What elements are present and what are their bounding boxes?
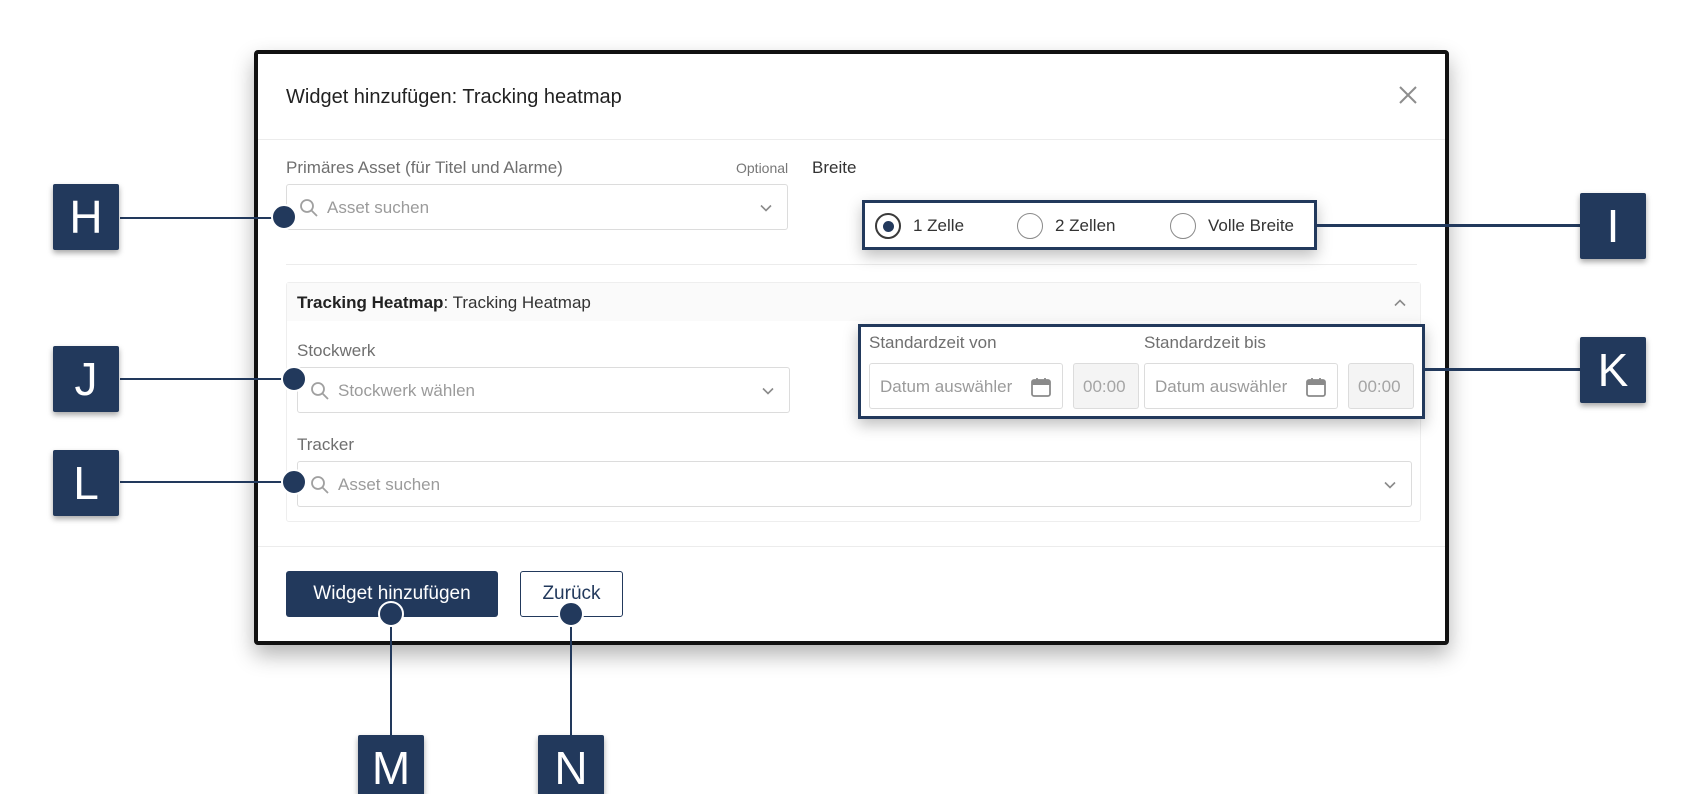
- radio-unchecked-icon: [1170, 213, 1196, 239]
- callout-k-line: [1423, 368, 1580, 371]
- callout-m-dot: [378, 601, 404, 627]
- callout-j-line: [120, 378, 295, 380]
- section-header[interactable]: Tracking Heatmap: Tracking Heatmap: [287, 283, 1420, 321]
- tracker-label: Tracker: [297, 435, 354, 454]
- section-title-bold: Tracking Heatmap: [297, 293, 444, 312]
- width-radio-group: 1 Zelle 2 Zellen Volle Breite: [862, 200, 1317, 250]
- width-label: Breite: [812, 158, 857, 177]
- section-title-rest: : Tracking Heatmap: [443, 293, 591, 312]
- from-date-input[interactable]: Datum auswähler: [869, 363, 1063, 409]
- width-option-label: Volle Breite: [1208, 216, 1294, 235]
- chevron-down-icon: [762, 387, 774, 395]
- section-title: Tracking Heatmap: Tracking Heatmap: [297, 293, 591, 313]
- close-button[interactable]: [1393, 80, 1423, 110]
- radio-unchecked-icon: [1017, 213, 1043, 239]
- floor-select[interactable]: Stockwerk wählen: [297, 367, 790, 413]
- radio-checked-icon: [875, 213, 901, 239]
- chevron-up-icon[interactable]: [1392, 295, 1408, 311]
- callout-n: N: [538, 735, 604, 794]
- callout-i-line: [1314, 224, 1580, 227]
- calendar-icon: [1306, 378, 1326, 397]
- floor-placeholder: Stockwerk wählen: [338, 381, 476, 400]
- primary-asset-label: Primäres Asset (für Titel und Alarme): [286, 158, 563, 177]
- callout-h-line: [120, 217, 285, 219]
- floor-label: Stockwerk: [297, 341, 376, 360]
- to-time-input[interactable]: 00:00: [1348, 363, 1414, 409]
- callout-n-dot: [558, 601, 584, 627]
- dialog-title: Widget hinzufügen: Tracking heatmap: [286, 86, 622, 108]
- callout-l-line: [120, 481, 295, 483]
- time-to-label: Standardzeit bis: [1144, 333, 1266, 352]
- callout-n-line: [570, 615, 572, 735]
- search-icon: [311, 382, 329, 400]
- callout-l-dot: [281, 469, 307, 495]
- callout-m: M: [358, 735, 424, 794]
- from-date-placeholder: Datum auswähler: [880, 377, 1013, 396]
- footer-divider: [258, 546, 1445, 547]
- to-date-placeholder: Datum auswähler: [1155, 377, 1288, 396]
- from-time-input[interactable]: 00:00: [1073, 363, 1139, 409]
- to-date-input[interactable]: Datum auswähler: [1144, 363, 1338, 409]
- callout-l: L: [53, 450, 119, 516]
- callout-i: I: [1580, 193, 1646, 259]
- width-option-1-cell[interactable]: 1 Zelle: [875, 212, 985, 240]
- add-widget-dialog: Widget hinzufügen: Tracking heatmap Prim…: [254, 50, 1449, 645]
- width-option-full[interactable]: Volle Breite: [1170, 212, 1310, 240]
- dialog-header: Widget hinzufügen: Tracking heatmap: [258, 54, 1445, 140]
- callout-k: K: [1580, 337, 1646, 403]
- time-from-label: Standardzeit von: [869, 333, 997, 352]
- default-time-group: Standardzeit von Standardzeit bis Datum …: [858, 324, 1425, 419]
- callout-m-line: [390, 615, 392, 735]
- width-option-label: 2 Zellen: [1055, 216, 1116, 235]
- close-icon: [1399, 86, 1417, 104]
- callout-j-dot: [281, 366, 307, 392]
- callout-j: J: [53, 346, 119, 412]
- primary-asset-select[interactable]: Asset suchen: [286, 184, 788, 230]
- tracker-select[interactable]: Asset suchen: [297, 461, 1412, 507]
- callout-h-dot: [271, 204, 297, 230]
- tracker-placeholder: Asset suchen: [338, 475, 441, 494]
- width-option-label: 1 Zelle: [913, 216, 965, 235]
- width-option-2-cells[interactable]: 2 Zellen: [1017, 212, 1137, 240]
- chevron-down-icon: [760, 204, 772, 212]
- divider: [286, 264, 1417, 265]
- to-time-placeholder: 00:00: [1358, 377, 1401, 396]
- callout-h: H: [53, 184, 119, 250]
- calendar-icon: [1031, 378, 1051, 397]
- primary-asset-placeholder: Asset suchen: [327, 198, 430, 217]
- from-time-placeholder: 00:00: [1083, 377, 1126, 396]
- search-icon: [300, 199, 318, 217]
- search-icon: [311, 476, 329, 494]
- optional-hint: Optional: [736, 160, 789, 176]
- chevron-down-icon: [1384, 481, 1396, 489]
